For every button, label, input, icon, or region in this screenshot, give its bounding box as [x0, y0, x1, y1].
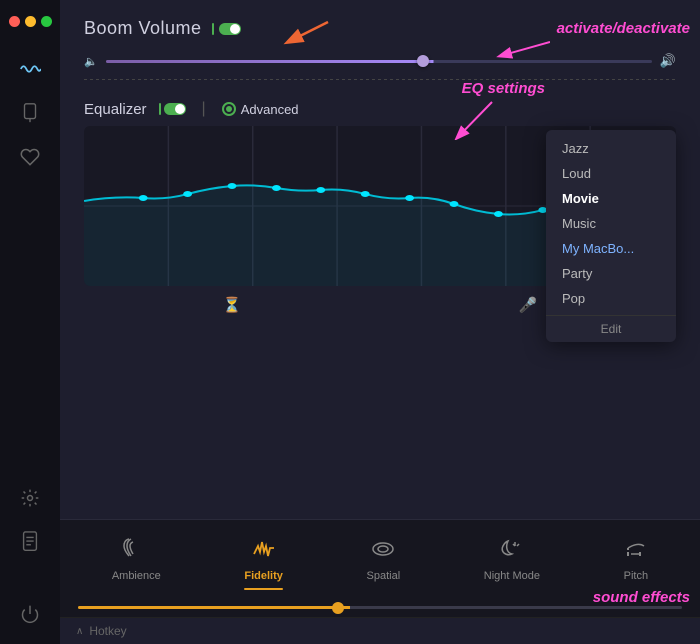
- sidebar-icon-heart[interactable]: [12, 139, 48, 175]
- eq-title: Equalizer: [84, 101, 147, 118]
- volume-high-icon: 🔊: [660, 53, 676, 69]
- volume-title: Boom Volume: [84, 18, 202, 39]
- eq-dropdown: Jazz Loud Movie Music My MacBo... Party …: [546, 130, 676, 342]
- eq-preset-jazz[interactable]: Jazz: [546, 136, 676, 161]
- hotkey-label: Hotkey: [89, 624, 126, 638]
- advanced-button[interactable]: Advanced: [222, 102, 299, 117]
- ambience-icon: [123, 538, 149, 566]
- ambience-label: Ambience: [112, 570, 161, 582]
- effect-tab-fidelity[interactable]: Fidelity: [236, 534, 291, 594]
- volume-thumb: [417, 55, 429, 67]
- pipe-divider: |: [202, 100, 206, 118]
- sidebar-icon-bolt[interactable]: [12, 95, 48, 131]
- spatial-icon: [370, 538, 396, 566]
- volume-section: Boom Volume 🔈 🔊: [60, 0, 700, 90]
- effect-thumb: [332, 602, 344, 614]
- effects-tabs: Ambience Fidelity: [70, 534, 690, 594]
- fidelity-icon: [252, 538, 276, 566]
- advanced-label: Advanced: [241, 102, 299, 117]
- eq-header: Equalizer | A: [84, 100, 676, 118]
- spatial-label: Spatial: [367, 570, 401, 582]
- effect-tab-night-mode[interactable]: Night Mode: [476, 534, 548, 594]
- sidebar-icon-document[interactable]: [12, 524, 48, 560]
- eq-icon-2: 🎤: [519, 296, 538, 314]
- eq-preset-pop[interactable]: Pop: [546, 286, 676, 311]
- sidebar-icon-wave[interactable]: [12, 51, 48, 87]
- volume-header: Boom Volume: [84, 18, 676, 39]
- eq-preset-movie[interactable]: Movie: [546, 186, 676, 211]
- sidebar: [0, 0, 60, 644]
- hotkey-bar[interactable]: ∧ Hotkey: [60, 617, 700, 644]
- main-content: activate/deactivate Boom Volume: [60, 0, 700, 644]
- effects-section: Ambience Fidelity: [60, 519, 700, 617]
- fidelity-label: Fidelity: [244, 570, 283, 582]
- eq-preset-loud[interactable]: Loud: [546, 161, 676, 186]
- sidebar-icon-gear[interactable]: [12, 480, 48, 516]
- fidelity-underline: [244, 588, 283, 590]
- hotkey-chevron-icon: ∧: [76, 626, 83, 637]
- effect-tab-spatial[interactable]: Spatial: [359, 534, 409, 594]
- volume-slider[interactable]: [106, 60, 652, 63]
- effect-tab-pitch[interactable]: Pitch: [616, 534, 656, 594]
- eq-preset-mymacbo[interactable]: My MacBo...: [546, 236, 676, 261]
- night-mode-label: Night Mode: [484, 570, 540, 582]
- eq-preset-party[interactable]: Party: [546, 261, 676, 286]
- volume-low-icon: 🔈: [84, 55, 98, 68]
- effect-slider[interactable]: [78, 606, 682, 609]
- minimize-button[interactable]: [25, 16, 36, 27]
- volume-slider-row: 🔈 🔊: [84, 49, 676, 73]
- traffic-lights: [9, 16, 52, 27]
- pitch-label: Pitch: [624, 570, 648, 582]
- eq-edit-button[interactable]: Edit: [546, 315, 676, 336]
- pitch-icon: [624, 538, 648, 566]
- night-mode-icon: [499, 538, 525, 566]
- maximize-button[interactable]: [41, 16, 52, 27]
- volume-divider: [84, 79, 676, 80]
- advanced-radio: [222, 102, 236, 116]
- eq-preset-music[interactable]: Music: [546, 211, 676, 236]
- eq-icon-1: ⏳: [223, 296, 242, 314]
- close-button[interactable]: [9, 16, 20, 27]
- eq-toggle[interactable]: [159, 103, 186, 115]
- eq-section: Equalizer | A: [60, 90, 700, 322]
- effect-tab-ambience[interactable]: Ambience: [104, 534, 169, 594]
- volume-toggle[interactable]: [212, 23, 241, 35]
- effect-slider-row: [70, 606, 690, 609]
- sidebar-icon-power[interactable]: [12, 596, 48, 632]
